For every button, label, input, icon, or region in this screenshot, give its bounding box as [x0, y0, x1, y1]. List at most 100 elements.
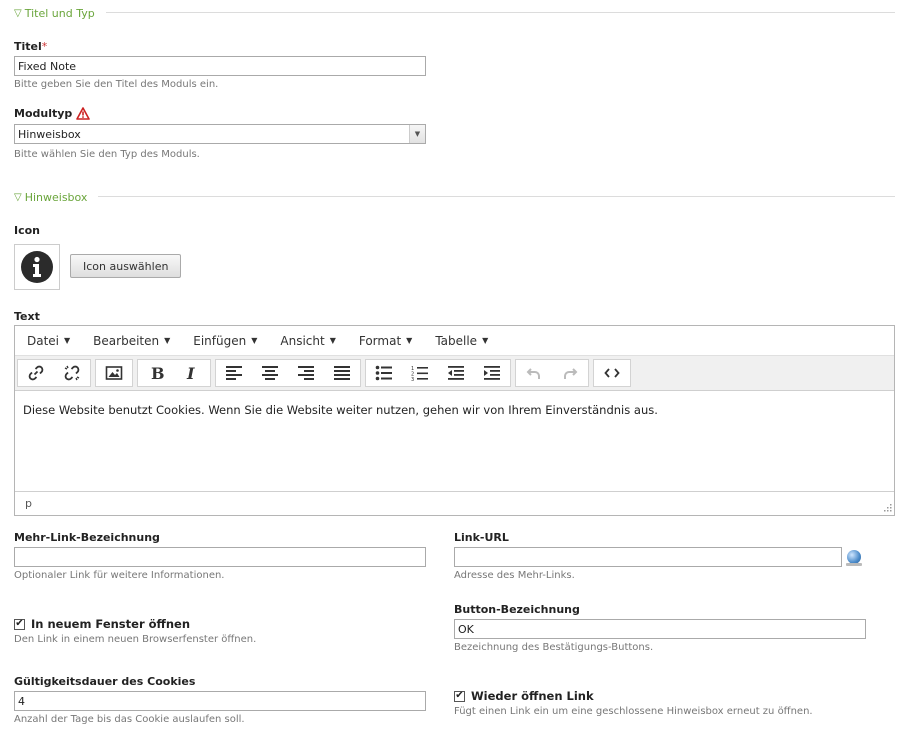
module-type-tip: Bitte wählen Sie den Typ des Moduls.: [14, 149, 200, 160]
section-divider: [106, 12, 895, 13]
cookie-duration-label: Gültigkeitsdauer des Cookies: [14, 675, 196, 688]
resize-handle-icon[interactable]: [882, 502, 892, 512]
more-link-input[interactable]: [14, 547, 426, 567]
align-left-icon: [226, 366, 242, 380]
menu-tabelle[interactable]: Tabelle ▼: [423, 326, 499, 355]
more-link-tip: Optionaler Link für weitere Informatione…: [14, 570, 225, 581]
image-icon: [105, 366, 123, 380]
toolbar-group-format: B I: [137, 359, 211, 387]
align-right-button[interactable]: [288, 360, 324, 386]
info-circle-icon: [21, 251, 53, 283]
icon-label: Icon: [14, 224, 41, 237]
select-icon-button[interactable]: Icon auswählen: [70, 254, 182, 278]
bold-icon: B: [151, 364, 164, 382]
menu-label: Einfügen: [193, 333, 247, 348]
svg-text:B: B: [151, 364, 164, 382]
reopen-link-checkbox[interactable]: ✔: [454, 690, 465, 702]
section-legend-titel-und-typ[interactable]: ▽ Titel und Typ: [14, 6, 95, 20]
new-window-row: ✔ In neuem Fenster öffnen: [14, 617, 190, 631]
button-label-input[interactable]: [454, 619, 866, 639]
title-tip: Bitte geben Sie den Titel des Moduls ein…: [14, 79, 219, 90]
caret-down-icon: ▼: [64, 336, 71, 345]
undo-button[interactable]: [516, 360, 552, 386]
title-label-text: Titel: [14, 40, 42, 53]
caret-down-icon: ▼: [406, 336, 413, 345]
rich-text-editor: Datei ▼ Bearbeiten ▼ Einfügen ▼ Ansicht ▼ Fo…: [14, 325, 895, 516]
bullet-list-button[interactable]: [366, 360, 402, 386]
caret-down-icon: ▼: [329, 336, 336, 345]
title-input[interactable]: [14, 56, 426, 76]
source-code-button[interactable]: [594, 360, 630, 386]
button-label-label: Button-Bezeichnung: [454, 603, 580, 616]
align-right-icon: [298, 366, 314, 380]
new-window-tip: Den Link in einem neuen Browserfenster ö…: [14, 634, 257, 645]
indent-icon: [484, 366, 500, 380]
align-justify-button[interactable]: [324, 360, 360, 386]
indent-button[interactable]: [474, 360, 510, 386]
module-type-value: Hinweisbox: [18, 127, 81, 141]
more-link-label: Mehr-Link-Bezeichnung: [14, 531, 160, 544]
align-center-button[interactable]: [252, 360, 288, 386]
module-type-select[interactable]: Hinweisbox ▼: [14, 124, 426, 144]
code-icon: [604, 368, 620, 378]
menu-bearbeiten[interactable]: Bearbeiten ▼: [81, 326, 181, 355]
cookie-duration-input[interactable]: [14, 691, 426, 711]
cookie-duration-tip: Anzahl der Tage bis das Cookie auslaufen…: [14, 714, 245, 725]
link-url-tip: Adresse des Mehr-Links.: [454, 570, 575, 581]
collapse-triangle-icon: ▽: [14, 191, 22, 203]
image-button[interactable]: [96, 360, 132, 386]
section-legend-label: Titel und Typ: [24, 6, 95, 20]
editor-menubar: Datei ▼ Bearbeiten ▼ Einfügen ▼ Ansicht ▼ Fo…: [15, 326, 894, 356]
editor-toolbar: B I 123: [15, 356, 894, 391]
bullet-list-icon: [375, 365, 392, 381]
menu-format[interactable]: Format ▼: [347, 326, 423, 355]
link-button[interactable]: [18, 360, 54, 386]
link-url-label: Link-URL: [454, 531, 509, 544]
reopen-link-row: ✔ Wieder öffnen Link: [454, 689, 594, 703]
section-legend-hinweisbox[interactable]: ▽ Hinweisbox: [14, 190, 87, 204]
outdent-icon: [448, 366, 464, 380]
new-window-checkbox[interactable]: ✔: [14, 618, 25, 630]
toolbar-group-lists: 123: [365, 359, 511, 387]
icon-preview: [14, 244, 60, 290]
dropdown-arrow-icon[interactable]: ▼: [409, 125, 425, 143]
outdent-button[interactable]: [438, 360, 474, 386]
editor-content[interactable]: Diese Website benutzt Cookies. Wenn Sie …: [15, 391, 894, 491]
align-center-icon: [262, 366, 278, 380]
svg-text:I: I: [186, 364, 195, 382]
menu-ansicht[interactable]: Ansicht ▼: [268, 326, 346, 355]
align-left-button[interactable]: [216, 360, 252, 386]
redo-icon: [564, 368, 578, 379]
numbered-list-button[interactable]: 123: [402, 360, 438, 386]
undo-icon: [526, 368, 540, 379]
new-window-label: In neuem Fenster öffnen: [31, 617, 191, 631]
caret-down-icon: ▼: [482, 336, 489, 345]
link-icon: [28, 365, 44, 381]
unlink-button[interactable]: [54, 360, 90, 386]
redo-button[interactable]: [552, 360, 588, 386]
italic-button[interactable]: I: [174, 360, 210, 386]
bold-button[interactable]: B: [138, 360, 174, 386]
menu-einfuegen[interactable]: Einfügen ▼: [181, 326, 268, 355]
reopen-link-tip: Fügt einen Link ein um eine geschlossene…: [454, 706, 813, 717]
button-label-tip: Bezeichnung des Bestätigungs-Buttons.: [454, 642, 654, 653]
menu-datei[interactable]: Datei ▼: [15, 326, 81, 355]
reopen-link-label: Wieder öffnen Link: [471, 689, 594, 703]
align-justify-icon: [334, 366, 350, 380]
element-path[interactable]: p: [25, 497, 32, 510]
link-url-input[interactable]: [454, 547, 842, 567]
caret-down-icon: ▼: [251, 336, 258, 345]
editor-statusbar: p: [15, 491, 894, 514]
svg-text:3: 3: [411, 377, 414, 382]
globe-icon[interactable]: [847, 550, 861, 564]
menu-label: Format: [358, 333, 402, 348]
toolbar-group-history: [515, 359, 589, 387]
italic-icon: I: [186, 364, 195, 382]
required-mark: *: [41, 40, 48, 53]
caret-down-icon: ▼: [164, 336, 171, 345]
title-label: Titel *: [14, 40, 47, 53]
section-divider: [98, 196, 895, 197]
module-type-label-text: Modultyp: [14, 107, 73, 120]
section-legend-label: Hinweisbox: [24, 190, 88, 204]
menu-label: Datei: [27, 333, 60, 348]
